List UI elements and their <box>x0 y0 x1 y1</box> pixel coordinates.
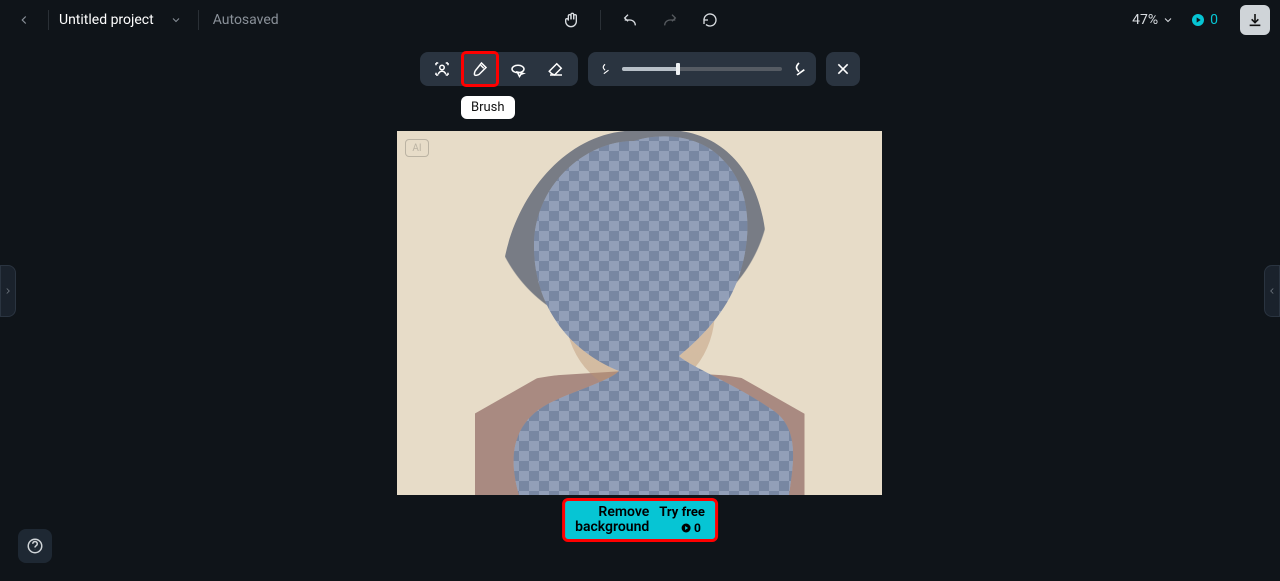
slider-thumb[interactable] <box>676 63 680 75</box>
slider-fill <box>622 67 678 71</box>
chevron-left-icon <box>1267 286 1277 296</box>
brush-size-slider[interactable] <box>622 67 782 71</box>
eraser-icon <box>547 60 565 78</box>
size-small-icon <box>598 62 612 76</box>
size-large-icon <box>791 61 807 77</box>
chevron-down-icon[interactable] <box>164 14 188 26</box>
chevron-down-icon <box>1162 14 1174 26</box>
close-tool-button[interactable] <box>826 52 860 86</box>
redo-icon <box>662 12 678 28</box>
try-free-label: Try free <box>659 505 705 520</box>
brush-size-large-button[interactable] <box>788 54 810 84</box>
reset-button[interactable] <box>699 9 721 31</box>
help-icon <box>26 537 44 555</box>
download-button[interactable] <box>1240 5 1270 35</box>
divider <box>198 10 199 30</box>
divider <box>48 10 49 30</box>
hand-icon <box>563 12 579 28</box>
left-panel-toggle[interactable] <box>0 265 16 317</box>
subject-tool-button[interactable] <box>426 54 458 84</box>
right-panel-toggle[interactable] <box>1264 265 1280 317</box>
brush-size-small-button[interactable] <box>594 54 616 84</box>
tool-group-size <box>588 52 816 86</box>
credit-icon <box>1190 12 1206 28</box>
zoom-label: 47% <box>1132 12 1158 28</box>
brush-tooltip: Brush <box>461 96 515 119</box>
canvas-area[interactable]: AI <box>397 131 882 495</box>
credit-icon <box>680 522 692 534</box>
credits-counter[interactable]: 0 <box>1184 12 1224 28</box>
chevron-right-icon <box>3 286 13 296</box>
brush-icon <box>471 60 489 78</box>
project-title[interactable]: Untitled project <box>59 12 154 28</box>
refresh-icon <box>702 12 718 28</box>
undo-button[interactable] <box>619 9 641 31</box>
lasso-click-icon <box>509 60 527 78</box>
credit-cost: 0 <box>680 521 701 535</box>
redo-button[interactable] <box>659 9 681 31</box>
brush-tool-button[interactable] <box>464 54 496 84</box>
lasso-tool-button[interactable] <box>502 54 534 84</box>
credits-count: 0 <box>1210 12 1218 28</box>
remove-background-button[interactable]: Remove background Try free 0 <box>562 498 718 542</box>
remove-background-label: Remove background <box>575 505 649 536</box>
help-button[interactable] <box>18 529 52 563</box>
autosaved-label: Autosaved <box>213 12 279 28</box>
back-button[interactable] <box>10 6 38 34</box>
close-icon <box>835 61 851 77</box>
eraser-tool-button[interactable] <box>540 54 572 84</box>
zoom-control[interactable]: 47% <box>1132 12 1174 28</box>
canvas-image <box>397 131 882 495</box>
pan-button[interactable] <box>560 9 582 31</box>
subject-select-icon <box>433 60 451 78</box>
tool-group-select <box>420 52 578 86</box>
undo-icon <box>622 12 638 28</box>
download-icon <box>1247 12 1263 28</box>
